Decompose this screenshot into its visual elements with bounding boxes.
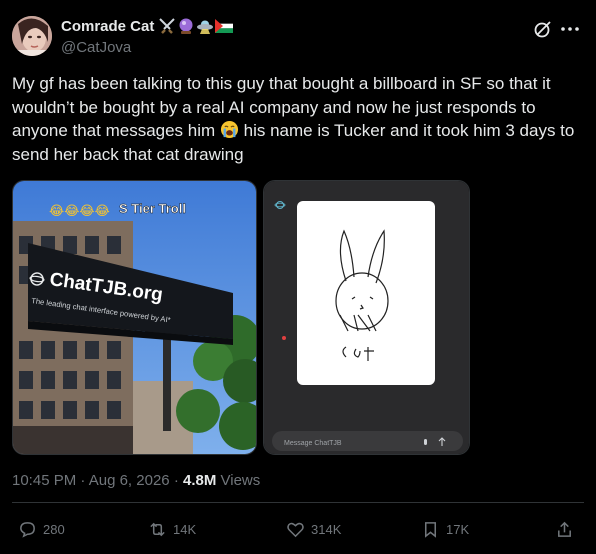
tweet-text: My gf has been talking to this guy that … — [12, 72, 584, 166]
billboard-photo-image: ChatTJB.org The leading chat interface p… — [13, 181, 256, 454]
heart-icon — [287, 522, 304, 538]
author-flair — [158, 17, 234, 35]
reply-button[interactable]: 280 — [18, 520, 65, 539]
avatar-image — [12, 16, 52, 56]
composer-placeholder: Message ChatTJB — [284, 440, 342, 447]
author-name-row[interactable]: Comrade Cat — [61, 17, 234, 35]
swords-icon — [159, 18, 176, 34]
billboard-photo[interactable]: ChatTJB.org The leading chat interface p… — [12, 180, 257, 455]
more-options-icon[interactable] — [560, 19, 580, 39]
share-icon — [558, 521, 571, 537]
chat-screenshot[interactable]: cat TAJX Message ChatTJB — [263, 180, 470, 455]
repost-icon — [150, 522, 165, 537]
reply-count: 280 — [43, 522, 65, 537]
divider — [12, 502, 584, 503]
ufo-icon — [197, 20, 214, 34]
repost-count: 14K — [173, 522, 197, 537]
share-button[interactable] — [555, 520, 574, 539]
loudly-crying-face-icon — [220, 120, 239, 139]
like-count: 314K — [311, 522, 342, 537]
chat-screenshot-image: cat TAJX Message ChatTJB — [264, 181, 469, 454]
crystal-ball-icon — [179, 18, 193, 34]
like-button[interactable]: 314K — [286, 520, 341, 539]
bookmark-icon — [424, 522, 437, 538]
bookmark-count: 17K — [446, 522, 470, 537]
grok-icon[interactable] — [533, 19, 553, 39]
tweet-time[interactable]: 10:45 PM — [12, 472, 76, 489]
tweet-date[interactable]: Aug 6, 2026 — [89, 472, 170, 489]
views-label: Views — [220, 472, 261, 489]
palestine-flag-icon — [215, 19, 234, 33]
avatar[interactable] — [12, 16, 52, 56]
tweet-meta: 10:45 PM · Aug 6, 2026 · 4.8M Views — [12, 472, 260, 489]
author-handle[interactable]: @CatJova — [61, 39, 131, 56]
meta-separator: · — [173, 472, 179, 489]
caption-emojis: 😂😂😂😂 — [49, 204, 110, 219]
reply-icon — [20, 522, 35, 538]
meta-separator: · — [80, 472, 86, 489]
views-count: 4.8M — [182, 472, 217, 489]
author-display-name[interactable]: Comrade Cat — [61, 18, 154, 35]
tweet[interactable]: Comrade Cat @CatJova My gf has been talk… — [0, 0, 596, 554]
bookmark-button[interactable]: 17K — [421, 520, 469, 539]
photo-caption: S Tier Troll — [119, 201, 186, 216]
repost-button[interactable]: 14K — [148, 520, 196, 539]
